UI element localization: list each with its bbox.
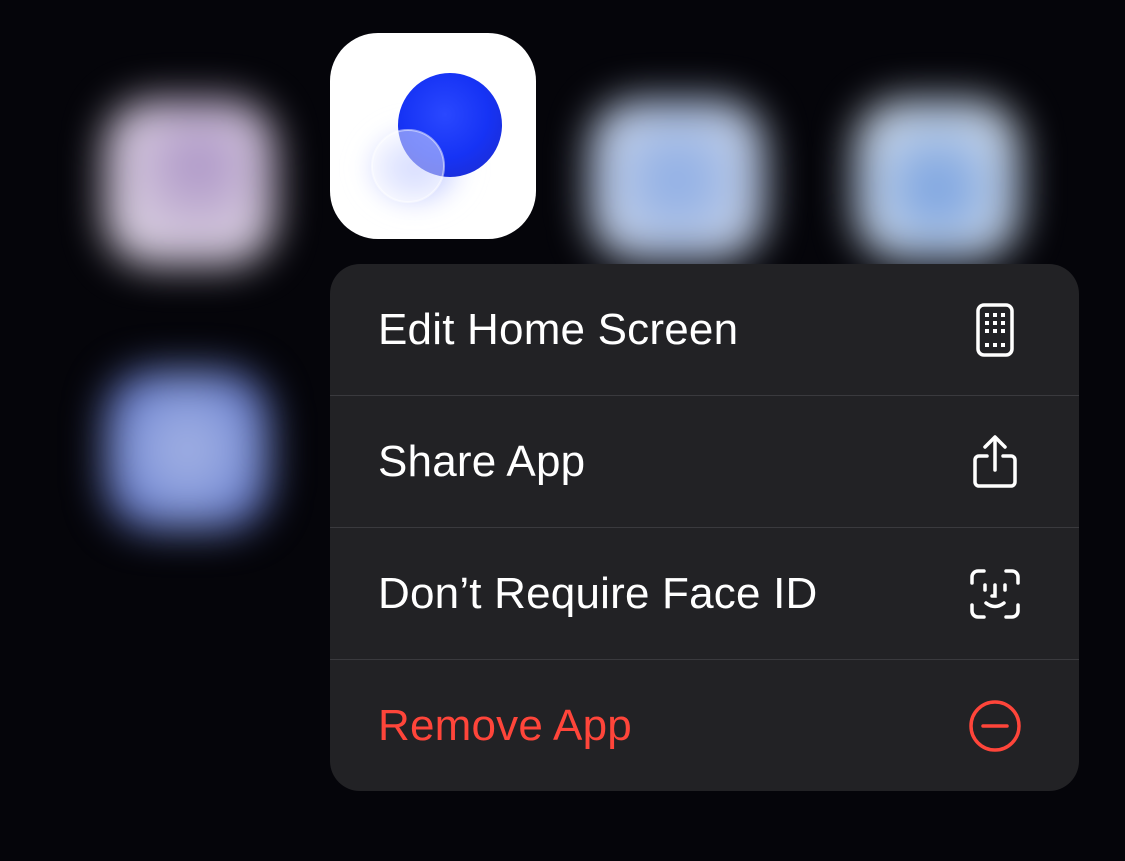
face-id-icon [967, 566, 1023, 622]
menu-item-label: Remove App [378, 700, 632, 750]
home-screen: Edit Home Screen Share App Don’t Require… [0, 0, 1125, 861]
share-icon [967, 434, 1023, 490]
menu-item-label: Don’t Require Face ID [378, 568, 818, 618]
blue-orb-icon [355, 73, 502, 218]
dont-require-face-id-item[interactable]: Don’t Require Face ID [330, 528, 1079, 659]
blurred-app-icon-purple [105, 100, 275, 265]
share-app-item[interactable]: Share App [330, 396, 1079, 527]
minus-circle-icon [967, 698, 1023, 754]
app-context-menu: Edit Home Screen Share App Don’t Require… [330, 264, 1079, 791]
edit-home-screen-item[interactable]: Edit Home Screen [330, 264, 1079, 395]
blurred-app-icon-light-blue [855, 100, 1020, 260]
menu-item-label: Edit Home Screen [378, 304, 739, 354]
home-screen-grid-icon [967, 302, 1023, 358]
menu-item-label: Share App [378, 436, 586, 486]
blurred-app-icon-blue [590, 100, 765, 260]
blurred-app-icon-indigo [105, 370, 270, 530]
remove-app-item[interactable]: Remove App [330, 660, 1079, 791]
blue-orb-app-icon[interactable] [330, 33, 536, 239]
